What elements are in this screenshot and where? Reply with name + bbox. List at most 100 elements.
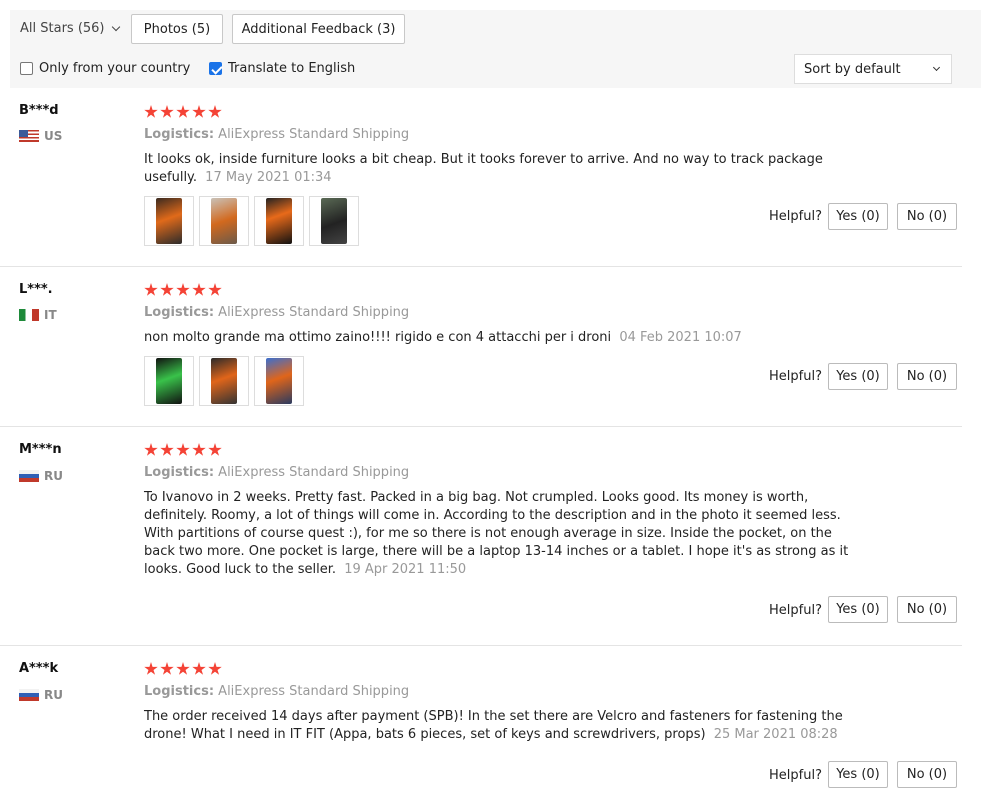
logistics-info: Logistics: AliExpress Standard Shipping <box>144 127 409 142</box>
country-code: IT <box>44 308 57 322</box>
logistics-info: Logistics: AliExpress Standard Shipping <box>144 684 409 699</box>
review-date: 25 Mar 2021 08:28 <box>713 727 838 742</box>
russia-flag-icon <box>19 689 39 701</box>
chevron-down-icon <box>932 63 941 71</box>
checkbox-icon[interactable] <box>20 62 33 75</box>
russia-flag-icon <box>19 470 39 482</box>
reviewer-country: US <box>19 129 62 143</box>
additional-feedback-button[interactable]: Additional Feedback (3) <box>232 14 405 44</box>
star-icon <box>176 283 190 296</box>
helpful-label: Helpful? <box>769 603 822 618</box>
star-icon <box>192 105 206 118</box>
review-item: A***k RU Logistics: AliExpress Standard … <box>0 646 962 809</box>
helpful-no-button[interactable]: No (0) <box>897 596 957 623</box>
translate-label: Translate to English <box>228 61 356 76</box>
logistics-label: Logistics: <box>144 684 215 699</box>
star-rating <box>144 283 222 297</box>
italy-flag-icon <box>19 309 39 321</box>
shipping-method: AliExpress Standard Shipping <box>218 127 410 142</box>
star-icon <box>208 443 222 456</box>
reviewer-name: L***. <box>19 282 53 297</box>
star-icon <box>144 662 158 675</box>
reviewer-name: A***k <box>19 661 59 676</box>
review-photo-thumbnail[interactable] <box>199 356 249 406</box>
shipping-method: AliExpress Standard Shipping <box>218 465 410 480</box>
review-photo-thumbnail[interactable] <box>144 356 194 406</box>
star-icon <box>208 662 222 675</box>
country-code: US <box>44 129 63 143</box>
helpful-no-button[interactable]: No (0) <box>897 761 957 788</box>
star-icon <box>160 662 174 675</box>
logistics-label: Logistics: <box>144 127 215 142</box>
only-country-checkbox[interactable]: Only from your country <box>20 61 190 76</box>
filter-bar: All Stars (56) Photos (5) Additional Fee… <box>10 10 981 88</box>
logistics-info: Logistics: AliExpress Standard Shipping <box>144 465 409 480</box>
shipping-method: AliExpress Standard Shipping <box>218 305 410 320</box>
review-photo-thumbnail[interactable] <box>254 196 304 246</box>
star-icon <box>160 105 174 118</box>
country-code: RU <box>44 688 63 702</box>
star-icon <box>144 283 158 296</box>
helpful-label: Helpful? <box>769 209 822 224</box>
helpful-no-button[interactable]: No (0) <box>897 203 957 230</box>
star-rating <box>144 443 222 457</box>
reviewer-name: M***n <box>19 442 62 457</box>
star-icon <box>192 443 206 456</box>
star-icon <box>144 105 158 118</box>
country-code: RU <box>44 469 63 483</box>
helpful-no-button[interactable]: No (0) <box>897 363 957 390</box>
review-item: L***. IT Logistics: AliExpress Standard … <box>0 267 962 427</box>
review-date: 19 Apr 2021 11:50 <box>344 562 467 577</box>
helpful-yes-button[interactable]: Yes (0) <box>828 203 888 230</box>
only-country-label: Only from your country <box>39 61 191 76</box>
review-body: To Ivanovo in 2 weeks. Pretty fast. Pack… <box>144 490 849 577</box>
star-icon <box>208 283 222 296</box>
photos-filter-button[interactable]: Photos (5) <box>131 14 223 44</box>
reviewer-country: RU <box>19 469 63 483</box>
us-flag-icon <box>19 130 39 142</box>
logistics-label: Logistics: <box>144 305 215 320</box>
helpful-label: Helpful? <box>769 768 822 783</box>
review-date: 04 Feb 2021 10:07 <box>619 330 742 345</box>
checkbox-checked-icon[interactable] <box>209 62 222 75</box>
review-photo-thumbnail[interactable] <box>199 196 249 246</box>
review-text: non molto grande ma ottimo zaino!!!! rig… <box>144 329 856 347</box>
review-text: The order received 14 days after payment… <box>144 708 856 744</box>
reviewer-country: IT <box>19 308 57 322</box>
review-photo-thumbnail[interactable] <box>144 196 194 246</box>
star-icon <box>176 443 190 456</box>
review-text: To Ivanovo in 2 weeks. Pretty fast. Pack… <box>144 489 856 579</box>
chevron-down-icon <box>111 22 120 31</box>
sort-label: Sort by default <box>804 61 901 77</box>
translate-checkbox[interactable]: Translate to English <box>209 61 355 76</box>
logistics-label: Logistics: <box>144 465 215 480</box>
star-icon <box>160 283 174 296</box>
star-filter-dropdown[interactable]: All Stars (56) <box>20 21 120 36</box>
star-icon <box>144 443 158 456</box>
sort-dropdown[interactable]: Sort by default <box>794 54 952 84</box>
shipping-method: AliExpress Standard Shipping <box>218 684 410 699</box>
helpful-yes-button[interactable]: Yes (0) <box>828 363 888 390</box>
helpful-yes-button[interactable]: Yes (0) <box>828 761 888 788</box>
reviewer-name: B***d <box>19 103 59 118</box>
star-icon <box>176 105 190 118</box>
star-icon <box>160 443 174 456</box>
helpful-yes-button[interactable]: Yes (0) <box>828 596 888 623</box>
review-photos <box>144 196 359 246</box>
review-photo-thumbnail[interactable] <box>254 356 304 406</box>
star-icon <box>208 105 222 118</box>
reviewer-country: RU <box>19 688 63 702</box>
star-rating <box>144 105 222 119</box>
star-icon <box>192 662 206 675</box>
review-item: M***n RU Logistics: AliExpress Standard … <box>0 427 962 646</box>
review-body: non molto grande ma ottimo zaino!!!! rig… <box>144 330 612 345</box>
star-icon <box>176 662 190 675</box>
review-date: 17 May 2021 01:34 <box>205 170 332 185</box>
review-photo-thumbnail[interactable] <box>309 196 359 246</box>
star-rating <box>144 662 222 676</box>
review-text: It looks ok, inside furniture looks a bi… <box>144 151 856 187</box>
review-item: B***d US Logistics: AliExpress Standard … <box>0 88 962 267</box>
star-icon <box>192 283 206 296</box>
star-filter-label: All Stars (56) <box>20 21 105 36</box>
review-photos <box>144 356 304 406</box>
